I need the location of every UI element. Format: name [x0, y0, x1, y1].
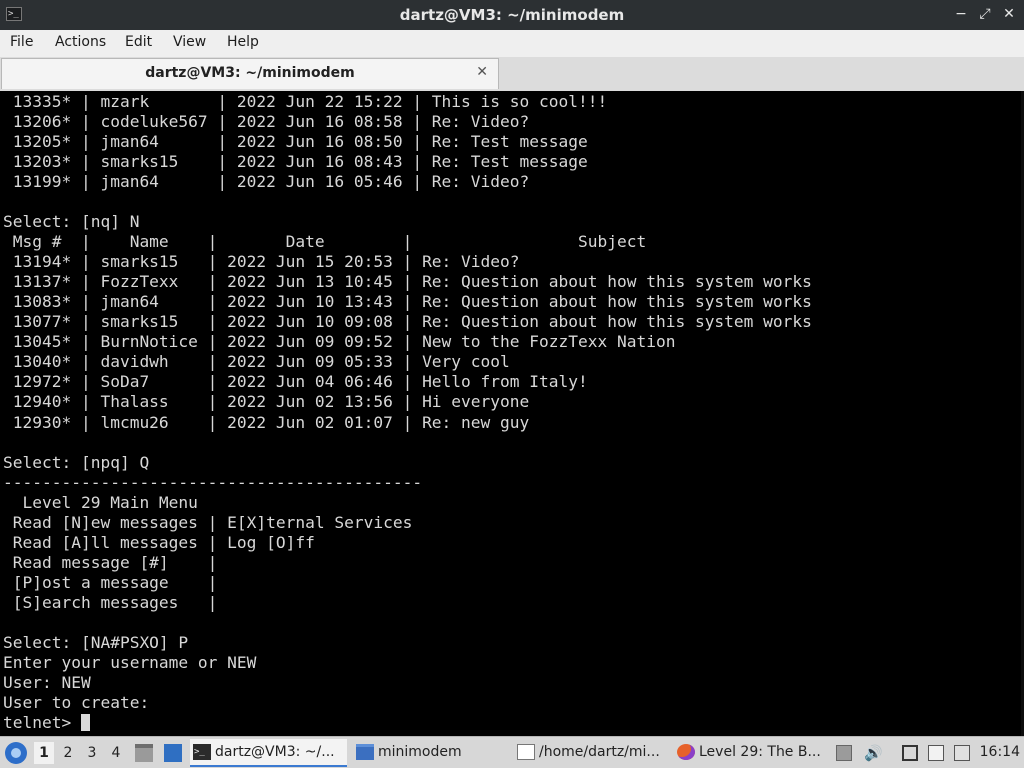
task-label: Level 29: The B... — [699, 744, 821, 760]
terminal-line: 13194* | smarks15 | 2022 Jun 15 20:53 | … — [12, 252, 520, 272]
maximize-button[interactable]: ⤢ — [978, 5, 992, 23]
task-text-editor[interactable]: /home/dartz/mi... — [514, 739, 669, 767]
terminal-line: User: NEW — [3, 672, 91, 692]
terminal-line: 13040* | davidwh | 2022 Jun 09 05:33 | V… — [12, 352, 510, 372]
terminal-line: Msg # | Name | Date | Subject — [12, 232, 647, 252]
hourglass-icon[interactable] — [836, 745, 852, 761]
close-button[interactable]: ✕ — [1002, 5, 1016, 23]
terminal-cursor — [80, 713, 90, 731]
menu-help[interactable]: Help — [225, 34, 261, 50]
task-minimodem-folder[interactable]: minimodem — [353, 739, 508, 767]
terminal-line: 13045* | BurnNotice | 2022 Jun 09 09:52 … — [12, 332, 676, 352]
terminal-line: Enter your username or NEW — [3, 652, 257, 672]
folder-icon — [356, 744, 374, 760]
task-label: minimodem — [378, 744, 462, 760]
menu-edit[interactable]: Edit — [123, 34, 154, 50]
taskbar: 1 2 3 4 >_ dartz@VM3: ~/... minimodem /h… — [0, 736, 1024, 768]
window-title: dartz@VM3: ~/minimodem — [399, 6, 625, 24]
task-label: /home/dartz/mi... — [539, 744, 660, 760]
start-menu-icon[interactable] — [5, 742, 27, 764]
file-manager-icon[interactable] — [135, 744, 153, 762]
task-firefox[interactable]: Level 29: The B... — [674, 739, 829, 767]
window-controls: − ⤢ ✕ — [954, 5, 1016, 23]
terminal-line: 12930* | lmcmu26 | 2022 Jun 02 01:07 | R… — [12, 412, 530, 432]
terminal-line: 12972* | SoDa7 | 2022 Jun 04 06:46 | Hel… — [12, 372, 588, 392]
terminal-icon: >_ — [193, 744, 211, 760]
terminal-line: 13083* | jman64 | 2022 Jun 10 13:43 | Re… — [12, 292, 812, 312]
menu-bar: File Actions Edit View Help — [0, 30, 1024, 57]
menu-file[interactable]: File — [8, 34, 35, 50]
terminal-lines: 13335* | mzark | 2022 Jun 22 15:22 | Thi… — [3, 92, 812, 712]
network-icon[interactable] — [902, 745, 918, 761]
terminal-line: Read message [#] | — [12, 552, 218, 572]
task-terminal[interactable]: >_ dartz@VM3: ~/... — [190, 739, 347, 767]
terminal-line: 13206* | codeluke567 | 2022 Jun 16 08:58… — [12, 112, 530, 132]
terminal-prompt: telnet> — [3, 712, 81, 732]
terminal-line: Read [A]ll messages | Log [O]ff — [12, 532, 315, 552]
firefox-icon — [677, 744, 695, 760]
terminal-line: [P]ost a message | — [12, 572, 218, 592]
tab-terminal[interactable]: dartz@VM3: ~/minimodem ✕ — [1, 58, 499, 89]
update-notifier-icon[interactable] — [954, 745, 970, 761]
tab-label: dartz@VM3: ~/minimodem — [145, 65, 355, 81]
terminal-line: 13199* | jman64 | 2022 Jun 16 05:46 | Re… — [12, 172, 530, 192]
terminal-line: 13137* | FozzTexx | 2022 Jun 13 10:45 | … — [12, 272, 812, 292]
terminal-line: 13335* | mzark | 2022 Jun 22 15:22 | Thi… — [12, 92, 608, 111]
terminal-line: User to create: — [3, 692, 150, 712]
terminal-line: 12940* | Thalass | 2022 Jun 02 13:56 | H… — [12, 392, 530, 412]
terminal-line: Select: [npq] Q — [3, 452, 150, 472]
workspace-1[interactable]: 1 — [34, 742, 54, 764]
task-label: dartz@VM3: ~/... — [215, 744, 335, 760]
minimize-button[interactable]: − — [954, 5, 968, 23]
workspace-2[interactable]: 2 — [58, 742, 78, 764]
terminal-line: 13205* | jman64 | 2022 Jun 16 08:50 | Re… — [12, 132, 588, 152]
show-desktop-icon[interactable] — [164, 744, 182, 762]
clipboard-icon[interactable] — [928, 745, 944, 761]
terminal-output: 13335* | mzark | 2022 Jun 22 15:22 | Thi… — [3, 92, 812, 733]
terminal-line: [S]earch messages | — [12, 592, 218, 612]
terminal-line: Read [N]ew messages | E[X]ternal Service… — [12, 512, 413, 532]
terminal-line: 13203* | smarks15 | 2022 Jun 16 08:43 | … — [12, 152, 588, 172]
tab-strip: dartz@VM3: ~/minimodem ✕ — [0, 57, 1024, 91]
text-editor-icon — [517, 744, 535, 760]
terminal-line: 13077* | smarks15 | 2022 Jun 10 09:08 | … — [12, 312, 812, 332]
menu-view[interactable]: View — [171, 34, 208, 50]
clock[interactable]: 16:14 — [980, 744, 1020, 760]
workspace-4[interactable]: 4 — [106, 742, 126, 764]
menu-actions[interactable]: Actions — [53, 34, 108, 50]
terminal-line: Select: [NA#PSXO] P — [3, 632, 189, 652]
terminal-line: ----------------------------------------… — [3, 472, 423, 492]
volume-icon[interactable]: 🔊 — [864, 745, 883, 761]
terminal-line: Level 29 Main Menu — [22, 492, 198, 512]
terminal-line: Select: [nq] N — [3, 212, 140, 232]
window-titlebar[interactable]: >_ dartz@VM3: ~/minimodem − ⤢ ✕ — [0, 0, 1024, 30]
workspace-3[interactable]: 3 — [82, 742, 102, 764]
tab-close-icon[interactable]: ✕ — [476, 64, 488, 80]
terminal-area[interactable]: 13335* | mzark | 2022 Jun 22 15:22 | Thi… — [0, 91, 1024, 736]
